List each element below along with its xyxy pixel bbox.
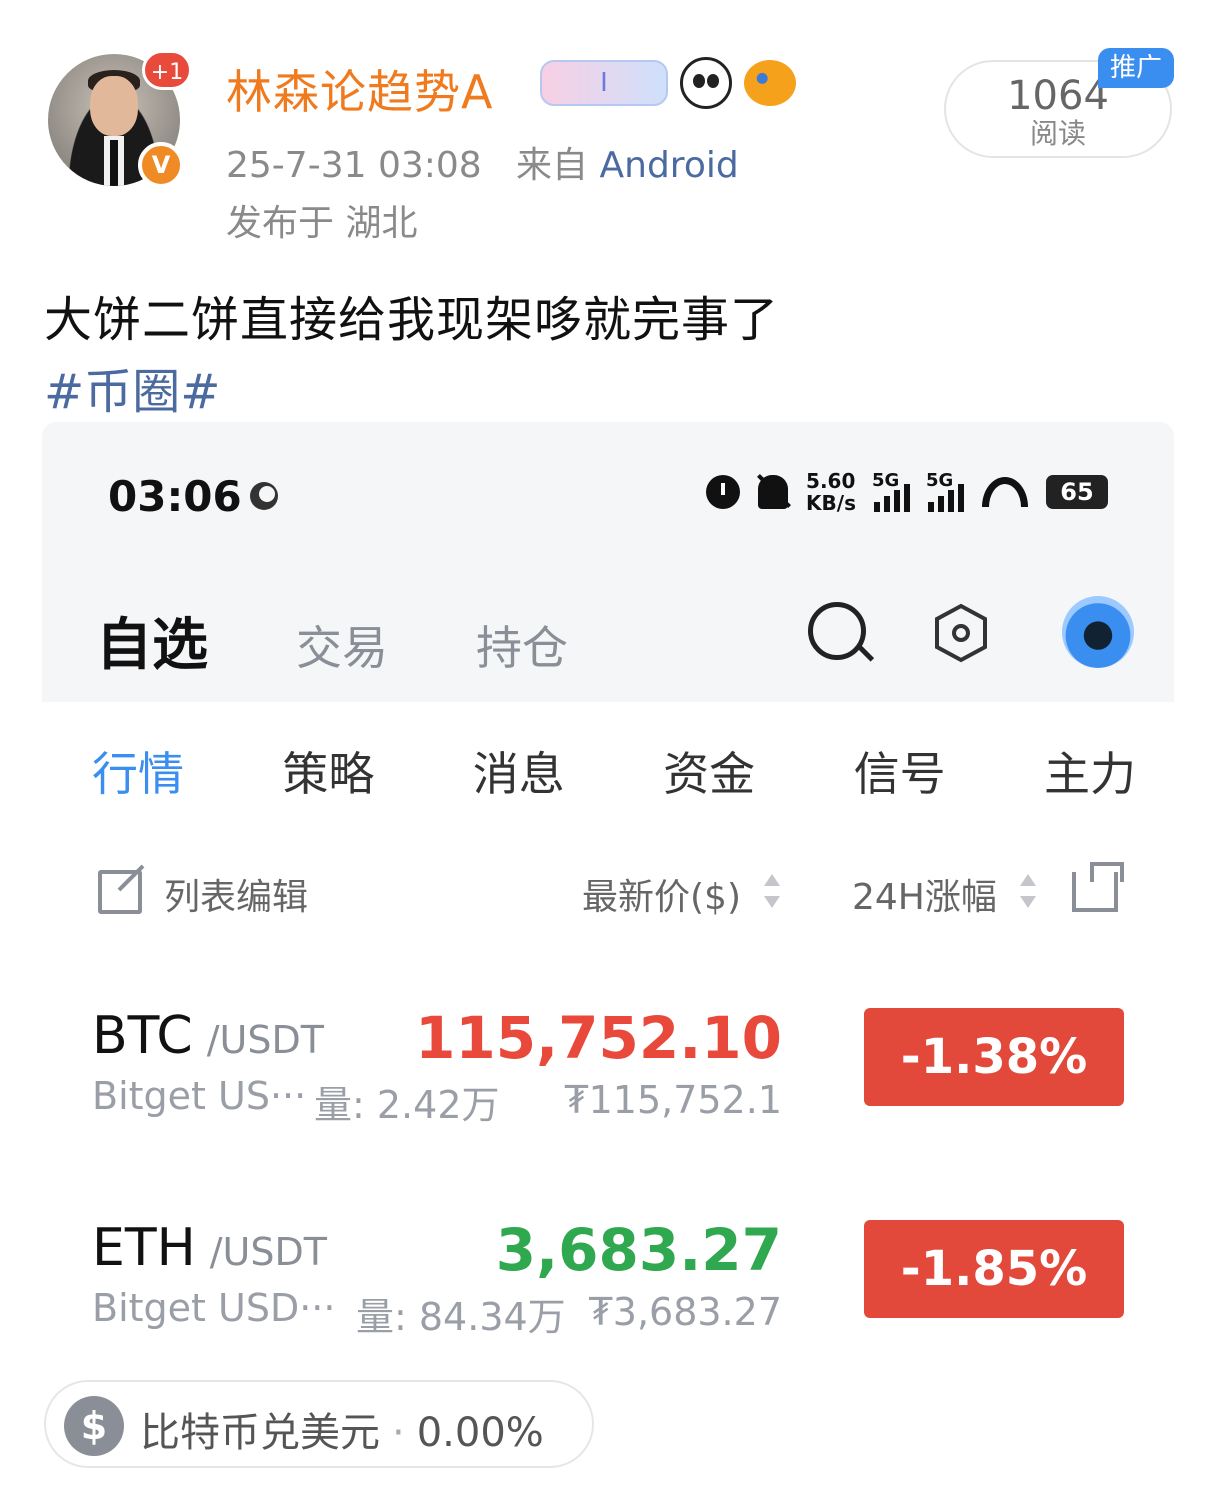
alarm-icon — [706, 475, 741, 509]
promo-badge: 推广 — [1098, 48, 1174, 88]
settings-icon[interactable] — [930, 602, 992, 664]
avatar-face — [90, 76, 138, 136]
rate-separator: · — [392, 1410, 405, 1456]
subtab-news[interactable]: 消息 — [473, 738, 565, 804]
robot-assistant-icon[interactable] — [1062, 596, 1134, 668]
signal-icon: 5G — [926, 470, 964, 512]
rate-text: 比特币兑美元 · 0.00% — [140, 1400, 544, 1458]
tab-trade[interactable]: 交易 — [296, 612, 388, 678]
subtab-market[interactable]: 行情 — [92, 738, 184, 804]
read-label: 阅读 — [1029, 117, 1086, 150]
battery-icon: 65 — [1046, 475, 1108, 509]
network-speed-unit: KB/s — [806, 491, 856, 515]
post-timestamp: 25-7-31 03:08 — [226, 145, 482, 186]
rate-label: 比特币兑美元 — [140, 1410, 380, 1456]
embedded-screenshot[interactable]: 03:06 5.60 KB/s 5G 5G 65 自选 交易 持仓 行情 策略 … — [42, 422, 1174, 1340]
panda-icon — [680, 57, 732, 109]
subtab-signals[interactable]: 信号 — [854, 738, 946, 804]
last-price: 3,683.27 — [495, 1216, 782, 1284]
top-tabs: 自选 交易 持仓 — [96, 600, 568, 681]
tab-watchlist[interactable]: 自选 — [96, 600, 208, 681]
search-icon[interactable] — [808, 602, 866, 660]
list-header: 列表编辑 最新价($) 24H涨幅 — [42, 862, 1174, 922]
volume: 量: 84.34万 — [356, 1295, 566, 1339]
fiat-price: ₮115,752.1 — [564, 1078, 782, 1122]
signal-icon: 5G — [872, 470, 910, 512]
sort-icon[interactable] — [764, 874, 780, 908]
network-speed-value: 5.60 — [806, 469, 856, 493]
volume: 量: 2.42万 — [314, 1083, 500, 1127]
table-row[interactable]: BTC/USDT Bitget US··· 量: 2.42万 115,752.1… — [42, 1004, 1174, 1127]
subtab-strategy[interactable]: 策略 — [282, 738, 374, 804]
moon-icon — [250, 482, 278, 510]
symbol-quote: /USDT — [206, 1018, 324, 1062]
signal-label: 5G — [926, 470, 954, 491]
change-badge[interactable]: -1.38% — [864, 1008, 1124, 1106]
avatar-tie — [110, 140, 118, 186]
share-icon[interactable] — [1072, 862, 1124, 912]
table-row[interactable]: ETH/USDT Bitget USD··· 量: 84.34万 3,683.2… — [42, 1216, 1174, 1339]
wifi-icon — [982, 477, 1028, 507]
change-badge[interactable]: -1.85% — [864, 1220, 1124, 1318]
tab-positions[interactable]: 持仓 — [476, 612, 568, 678]
status-icons: 5.60 KB/s 5G 5G 65 — [706, 470, 1108, 514]
subtab-main-force[interactable]: 主力 — [1044, 738, 1136, 804]
network-speed: 5.60 KB/s — [806, 470, 856, 514]
post-location: 发布于 湖北 — [226, 203, 418, 244]
fiat-price: ₮3,683.27 — [588, 1290, 782, 1334]
symbol-quote: /USDT — [209, 1230, 327, 1274]
subtab-funds[interactable]: 资金 — [663, 738, 755, 804]
fish-icon — [744, 60, 796, 106]
sort-price-header[interactable]: 最新价($) — [582, 868, 741, 920]
source-prefix: 来自 — [516, 145, 589, 186]
symbol-base: ETH — [92, 1218, 196, 1278]
symbol: ETH/USDT — [92, 1218, 327, 1278]
follow-plus-badge[interactable]: +1 — [142, 50, 192, 90]
username[interactable]: 林森论趋势A — [226, 56, 493, 122]
symbol-base: BTC — [92, 1006, 193, 1066]
signal-label: 5G — [872, 470, 900, 491]
deco-card-icon: I — [540, 60, 668, 106]
post-meta: 25-7-31 03:08 来自 Android — [226, 136, 739, 188]
rate-value: 0.00% — [416, 1410, 544, 1456]
sort-icon[interactable] — [1020, 874, 1036, 908]
status-time: 03:06 — [108, 472, 242, 521]
btc-usd-rate-pill[interactable]: $ 比特币兑美元 · 0.00% — [44, 1380, 594, 1468]
sort-change-header[interactable]: 24H涨幅 — [852, 868, 997, 920]
exchange-name: Bitget USD··· — [92, 1286, 336, 1330]
source-link[interactable]: Android — [600, 145, 739, 186]
dollar-icon: $ — [64, 1396, 124, 1456]
sub-tabs: 行情 策略 消息 资金 信号 主力 — [42, 738, 1174, 804]
verified-icon: V — [138, 142, 184, 188]
edit-list-button[interactable]: 列表编辑 — [164, 868, 308, 920]
edit-icon[interactable] — [98, 870, 142, 914]
last-price: 115,752.10 — [415, 1004, 782, 1072]
symbol: BTC/USDT — [92, 1006, 324, 1066]
mute-bell-icon — [758, 475, 789, 509]
user-decorations: I — [540, 56, 796, 110]
post-text: 大饼二饼直接给我现架哆就完事了 — [44, 292, 780, 348]
hashtag-link[interactable]: #币圈# — [44, 352, 220, 422]
exchange-name: Bitget US··· — [92, 1074, 307, 1118]
